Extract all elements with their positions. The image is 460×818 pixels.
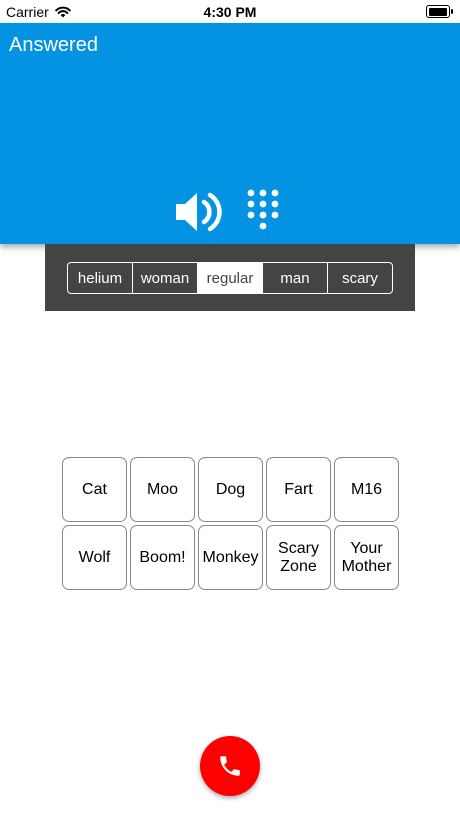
- battery-level: [428, 7, 448, 16]
- sound-button-boom[interactable]: Boom!: [130, 525, 195, 590]
- hangup-button[interactable]: [200, 736, 260, 796]
- voice-option-helium[interactable]: helium: [68, 263, 132, 293]
- call-header: Answered: [0, 23, 460, 244]
- sound-button-scary-zone[interactable]: Scary Zone: [266, 525, 331, 590]
- voice-option-woman[interactable]: woman: [132, 263, 197, 293]
- voice-effect-selector[interactable]: helium woman regular man scary: [67, 262, 393, 294]
- battery-icon: [426, 5, 453, 18]
- sound-button-cat[interactable]: Cat: [62, 457, 127, 522]
- voice-option-regular[interactable]: regular: [197, 263, 262, 293]
- call-controls: [0, 188, 460, 238]
- keypad-icon[interactable]: [245, 188, 281, 238]
- voice-effect-panel: helium woman regular man scary: [45, 244, 415, 311]
- sound-button-fart[interactable]: Fart: [266, 457, 331, 522]
- sound-button-dog[interactable]: Dog: [198, 457, 263, 522]
- voice-option-man[interactable]: man: [262, 263, 327, 293]
- voice-option-scary[interactable]: scary: [327, 263, 392, 293]
- sound-board: Cat Moo Dog Fart M16 Wolf Boom! Monkey Scary Zon…: [62, 457, 399, 590]
- sound-button-your-mother[interactable]: Your Mother: [334, 525, 399, 590]
- call-status: Answered: [9, 34, 98, 56]
- status-bar: Carrier 4:30 PM: [0, 0, 460, 23]
- speaker-icon[interactable]: [174, 190, 222, 234]
- sound-button-wolf[interactable]: Wolf: [62, 525, 127, 590]
- sound-button-monkey[interactable]: Monkey: [198, 525, 263, 590]
- sound-button-moo[interactable]: Moo: [130, 457, 195, 522]
- phone-icon: [220, 756, 240, 776]
- clock: 4:30 PM: [203, 4, 257, 20]
- sound-button-m16[interactable]: M16: [334, 457, 399, 522]
